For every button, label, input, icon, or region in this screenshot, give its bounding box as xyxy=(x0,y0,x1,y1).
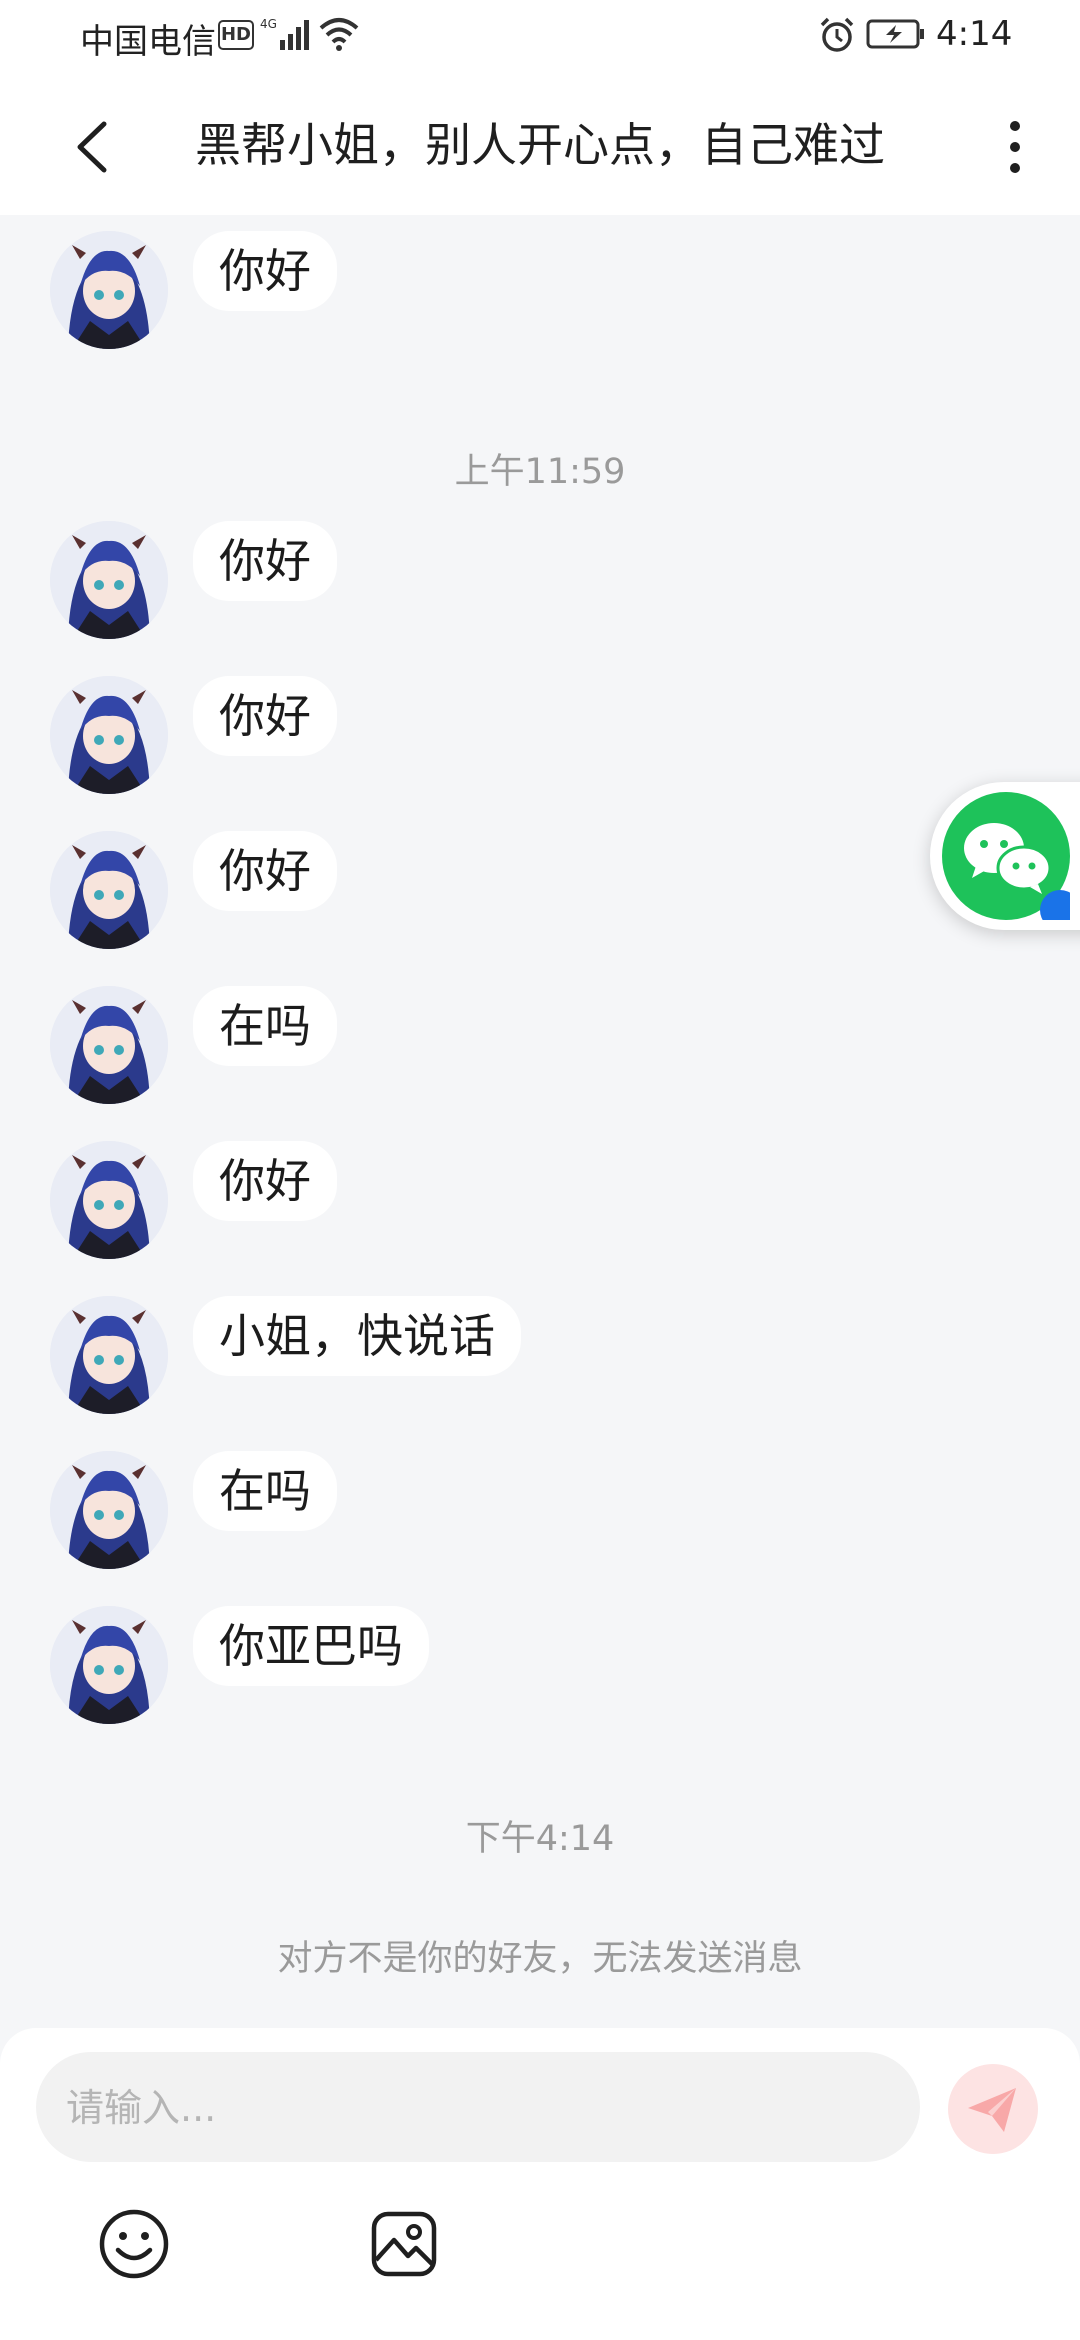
network-type-label: 4G xyxy=(260,17,277,31)
avatar-image xyxy=(50,831,168,949)
wechat-icon xyxy=(942,792,1080,930)
hd-badge: HD xyxy=(218,20,254,50)
timestamp-label: 上午11:59 xyxy=(454,452,626,492)
signal-icon: 4G xyxy=(260,17,309,50)
page-title: 黑帮小姐，别人开心点，自己难过 xyxy=(195,118,885,172)
message-item: 在吗 xyxy=(0,960,1080,1104)
message-item: 你亚巴吗 xyxy=(0,1580,1080,1724)
message-item: 小姐，快说话 xyxy=(0,1270,1080,1414)
wechat-float-button[interactable] xyxy=(930,782,1080,930)
emoji-icon[interactable] xyxy=(98,2208,170,2280)
message-bubble[interactable]: 你亚巴吗 xyxy=(193,1606,429,1686)
avatar-image xyxy=(50,986,168,1104)
avatar-image xyxy=(50,1451,168,1569)
carrier-label: 中国电信 xyxy=(80,22,216,62)
send-icon xyxy=(968,2088,1016,2132)
avatar[interactable] xyxy=(50,1141,168,1259)
chat-header: 黑帮小姐，别人开心点，自己难过 xyxy=(0,82,1080,215)
clock-label: 4:14 xyxy=(936,14,1013,54)
avatar[interactable] xyxy=(50,986,168,1104)
message-bubble[interactable]: 你好 xyxy=(193,521,337,601)
back-icon[interactable] xyxy=(66,112,126,182)
avatar[interactable] xyxy=(50,1296,168,1414)
battery-icon xyxy=(866,19,924,49)
message-bubble[interactable]: 你好 xyxy=(193,831,337,911)
message-item: 在吗 xyxy=(0,1425,1080,1569)
avatar[interactable] xyxy=(50,831,168,949)
message-bubble[interactable]: 你好 xyxy=(193,231,337,311)
image-icon[interactable] xyxy=(370,2210,438,2278)
avatar[interactable] xyxy=(50,521,168,639)
status-bar: 中国电信 HD 4G 4:14 xyxy=(0,0,1080,82)
message-bubble[interactable]: 小姐，快说话 xyxy=(193,1296,521,1376)
message-input-wrapper xyxy=(36,2052,920,2164)
avatar[interactable] xyxy=(50,1606,168,1724)
avatar[interactable] xyxy=(50,676,168,794)
alarm-icon xyxy=(820,17,854,52)
more-vertical-icon[interactable] xyxy=(990,112,1040,182)
message-bubble[interactable]: 你好 xyxy=(193,1141,337,1221)
avatar-image xyxy=(50,521,168,639)
message-list: 你好 上午11:59 你好 你好 你好 在吗 你好 小姐，快说话 在吗 你亚巴吗… xyxy=(0,215,1080,2030)
message-item: 你好 xyxy=(0,205,1080,349)
avatar-image xyxy=(50,1296,168,1414)
avatar[interactable] xyxy=(50,231,168,349)
avatar[interactable] xyxy=(50,1451,168,1569)
avatar-image xyxy=(50,231,168,349)
send-button[interactable] xyxy=(948,2064,1038,2154)
avatar-image xyxy=(50,676,168,794)
message-bubble[interactable]: 在吗 xyxy=(193,986,337,1066)
not-friend-notice: 对方不是你的好友，无法发送消息 xyxy=(277,1939,803,1979)
input-panel xyxy=(0,2028,1080,2340)
message-item: 你好 xyxy=(0,650,1080,794)
message-input[interactable] xyxy=(64,2052,898,2164)
message-item: 你好 xyxy=(0,1115,1080,1259)
timestamp-label: 下午4:14 xyxy=(465,1819,615,1859)
message-item: 你好 xyxy=(0,495,1080,639)
message-item: 你好 xyxy=(0,805,1080,949)
avatar-image xyxy=(50,1141,168,1259)
message-bubble[interactable]: 在吗 xyxy=(193,1451,337,1531)
avatar-image xyxy=(50,1606,168,1724)
wifi-icon xyxy=(319,18,359,51)
message-bubble[interactable]: 你好 xyxy=(193,676,337,756)
